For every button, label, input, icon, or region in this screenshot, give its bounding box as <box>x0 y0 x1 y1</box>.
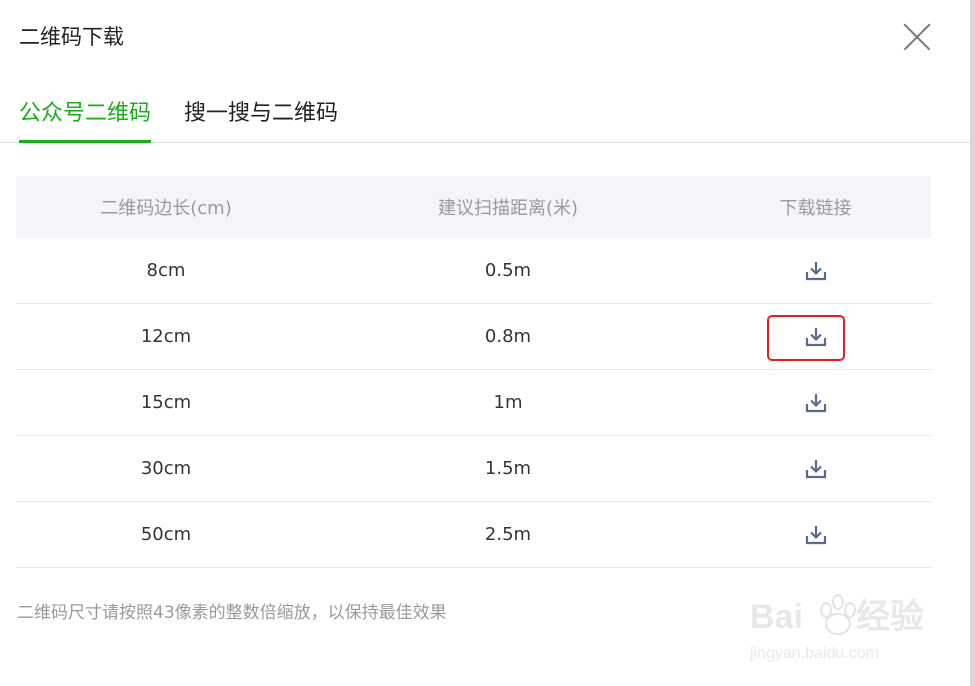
table-row: 12cm 0.8m <box>16 304 931 370</box>
dialog-title: 二维码下载 <box>19 25 124 49</box>
window-edge <box>970 0 975 686</box>
cell-size: 8cm <box>146 260 186 281</box>
table-row: 15cm 1m <box>16 370 931 436</box>
baidu-jingyan-watermark: Bai 经验 jingyan.baidu.com <box>749 594 924 662</box>
cell-distance: 1.5m <box>484 458 532 479</box>
footer-note: 二维码尺寸请按照43像素的整数倍缩放，以保持最佳效果 <box>17 603 447 623</box>
cell-size: 50cm <box>140 524 192 545</box>
svg-text:经验: 经验 <box>856 597 924 636</box>
cell-distance: 1m <box>493 392 523 413</box>
table-header: 二维码边长(cm) 建议扫描距离(米) 下载链接 <box>16 176 931 238</box>
tab-search-qrcode[interactable]: 搜一搜与二维码 <box>184 98 338 140</box>
svg-text:jingyan.baidu.com: jingyan.baidu.com <box>749 645 879 662</box>
svg-text:Bai: Bai <box>750 598 803 636</box>
header-size: 二维码边长(cm) <box>100 198 232 219</box>
close-icon[interactable] <box>898 18 936 56</box>
table-row: 30cm 1.5m <box>16 436 931 502</box>
tab-official-account-qrcode[interactable]: 公众号二维码 <box>19 98 152 143</box>
qrcode-size-table: 二维码边长(cm) 建议扫描距离(米) 下载链接 8cm 0.5m 12cm 0… <box>16 176 931 568</box>
cell-size: 15cm <box>140 392 192 413</box>
download-icon[interactable] <box>798 319 834 355</box>
cell-distance: 0.5m <box>484 260 532 281</box>
header-distance: 建议扫描距离(米) <box>437 198 579 219</box>
table-row: 50cm 2.5m <box>16 502 931 568</box>
download-icon[interactable] <box>798 451 834 487</box>
header-download: 下载链接 <box>779 198 852 219</box>
download-icon[interactable] <box>798 517 834 553</box>
cell-size: 12cm <box>140 326 192 347</box>
download-icon[interactable] <box>798 253 834 289</box>
download-icon[interactable] <box>798 385 834 421</box>
table-row: 8cm 0.5m <box>16 238 931 304</box>
cell-distance: 2.5m <box>484 524 532 545</box>
cell-distance: 0.8m <box>484 326 532 347</box>
cell-size: 30cm <box>140 458 192 479</box>
tab-bar: 公众号二维码 搜一搜与二维码 <box>0 94 970 143</box>
